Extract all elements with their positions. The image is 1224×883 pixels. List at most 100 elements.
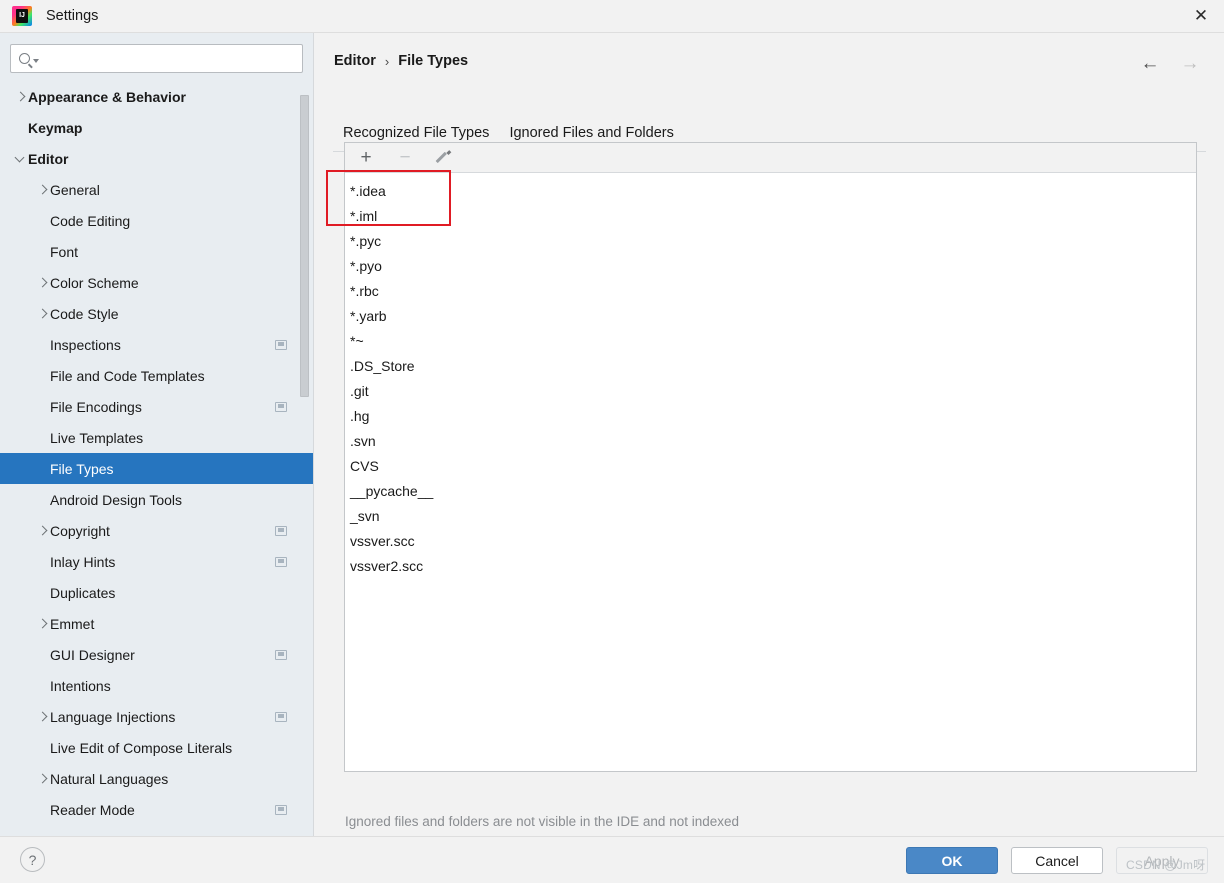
sidebar-item-copyright[interactable]: Copyright: [0, 515, 313, 546]
sidebar-item-file-and-code-templates[interactable]: File and Code Templates: [0, 360, 313, 391]
list-item[interactable]: *.iml: [345, 204, 1196, 229]
sidebar-item-live-templates[interactable]: Live Templates: [0, 422, 313, 453]
sidebar-item-code-style[interactable]: Code Style: [0, 298, 313, 329]
sidebar-scrollbar-thumb[interactable]: [300, 95, 309, 397]
sidebar-item-label: File and Code Templates: [50, 367, 205, 384]
apply-button: Apply: [1116, 847, 1208, 874]
sidebar-item-keymap[interactable]: Keymap: [0, 112, 313, 143]
list-item[interactable]: CVS: [345, 454, 1196, 479]
minus-icon: −: [399, 147, 411, 168]
help-button[interactable]: ?: [20, 847, 45, 872]
search-icon: [19, 53, 30, 64]
list-item[interactable]: .hg: [345, 404, 1196, 429]
list-item[interactable]: *.rbc: [345, 279, 1196, 304]
ignored-files-list: *.idea *.iml *.pyc *.pyo *.rbc *.yarb *~ .DS_St…: [345, 173, 1196, 579]
list-toolbar: + −: [345, 143, 1196, 173]
sidebar-item-color-scheme[interactable]: Color Scheme: [0, 267, 313, 298]
project-scope-icon: [275, 556, 287, 567]
list-item[interactable]: .DS_Store: [345, 354, 1196, 379]
close-icon[interactable]: ✕: [1178, 0, 1224, 32]
sidebar-item-language-injections[interactable]: Language Injections: [0, 701, 313, 732]
sidebar-item-duplicates[interactable]: Duplicates: [0, 577, 313, 608]
sidebar-item-label: Copyright: [50, 522, 110, 539]
sidebar-item-label: GUI Designer: [50, 646, 135, 663]
cancel-button[interactable]: Cancel: [1011, 847, 1103, 874]
sidebar-item-label: Editor: [28, 150, 69, 167]
sidebar-item-intentions[interactable]: Intentions: [0, 670, 313, 701]
list-item[interactable]: .svn: [345, 429, 1196, 454]
sidebar-item-code-editing[interactable]: Code Editing: [0, 205, 313, 236]
list-item[interactable]: vssver.scc: [345, 529, 1196, 554]
search-input[interactable]: [45, 51, 294, 66]
sidebar-item-reader-mode[interactable]: Reader Mode: [0, 794, 313, 825]
chevron-right-icon[interactable]: [14, 90, 28, 104]
breadcrumb-separator-icon: ›: [384, 53, 390, 69]
sidebar-item-label: Natural Languages: [50, 770, 169, 787]
sidebar-item-label: Code Editing: [50, 212, 131, 229]
navigation-arrows: ← →: [1136, 51, 1204, 75]
sidebar-item-emmet[interactable]: Emmet: [0, 608, 313, 639]
sidebar-item-label: Inlay Hints: [50, 553, 116, 570]
breadcrumb-root[interactable]: Editor: [334, 53, 376, 69]
settings-sidebar: Appearance & Behavior Keymap Editor General…: [0, 33, 314, 836]
settings-window: IJ Settings ✕ Appearance & Behavior Keyma…: [0, 0, 1224, 883]
sidebar-item-label: Keymap: [28, 119, 83, 136]
panel-hint-text: Ignored files and folders are not visibl…: [345, 814, 739, 829]
chevron-right-icon[interactable]: [36, 772, 50, 786]
arrow-right-icon[interactable]: →: [1176, 51, 1204, 75]
chevron-right-icon[interactable]: [36, 710, 50, 724]
chevron-down-icon[interactable]: [14, 152, 28, 166]
chevron-right-icon[interactable]: [36, 617, 50, 631]
add-button[interactable]: +: [356, 148, 376, 168]
sidebar-item-label: Color Scheme: [50, 274, 139, 291]
search-box[interactable]: [10, 44, 303, 73]
chevron-right-icon[interactable]: [36, 307, 50, 321]
settings-tree: Appearance & Behavior Keymap Editor General…: [0, 81, 313, 825]
remove-button[interactable]: −: [395, 148, 415, 168]
chevron-right-icon[interactable]: [36, 276, 50, 290]
sidebar-item-android-design-tools[interactable]: Android Design Tools: [0, 484, 313, 515]
list-item[interactable]: _svn: [345, 504, 1196, 529]
sidebar-item-inlay-hints[interactable]: Inlay Hints: [0, 546, 313, 577]
search-container: [0, 33, 313, 81]
list-item[interactable]: vssver2.scc: [345, 554, 1196, 579]
sidebar-item-inspections[interactable]: Inspections: [0, 329, 313, 360]
settings-main-panel: Editor › File Types ← → Recognized File …: [315, 33, 1224, 836]
list-item[interactable]: *.pyo: [345, 254, 1196, 279]
sidebar-item-label: Appearance & Behavior: [28, 88, 186, 105]
page-title: File Types: [398, 53, 469, 69]
sidebar-item-font[interactable]: Font: [0, 236, 313, 267]
sidebar-item-file-encodings[interactable]: File Encodings: [0, 391, 313, 422]
title-bar: IJ Settings ✕: [0, 0, 1224, 33]
sidebar-item-label: File Encodings: [50, 398, 142, 415]
ok-button[interactable]: OK: [906, 847, 998, 874]
arrow-left-icon[interactable]: ←: [1136, 51, 1164, 75]
list-item[interactable]: .git: [345, 379, 1196, 404]
project-scope-icon: [275, 711, 287, 722]
sidebar-item-general[interactable]: General: [0, 174, 313, 205]
list-item[interactable]: *~: [345, 329, 1196, 354]
sidebar-item-label: Font: [50, 243, 79, 260]
dialog-footer: ? OK Cancel Apply: [0, 836, 1224, 883]
sidebar-item-live-edit-of-compose-literals[interactable]: Live Edit of Compose Literals: [0, 732, 313, 763]
sidebar-item-appearance-behavior[interactable]: Appearance & Behavior: [0, 81, 313, 112]
list-item[interactable]: __pycache__: [345, 479, 1196, 504]
project-scope-icon: [275, 649, 287, 660]
sidebar-item-editor[interactable]: Editor: [0, 143, 313, 174]
list-item[interactable]: *.idea: [345, 179, 1196, 204]
sidebar-item-file-types[interactable]: File Types: [0, 453, 313, 484]
chevron-down-icon[interactable]: [33, 59, 39, 63]
list-item[interactable]: *.yarb: [345, 304, 1196, 329]
chevron-right-icon[interactable]: [36, 183, 50, 197]
edit-button[interactable]: [434, 148, 454, 168]
plus-icon: +: [360, 147, 372, 168]
sidebar-item-gui-designer[interactable]: GUI Designer: [0, 639, 313, 670]
chevron-right-icon[interactable]: [36, 524, 50, 538]
list-item[interactable]: *.pyc: [345, 229, 1196, 254]
sidebar-item-natural-languages[interactable]: Natural Languages: [0, 763, 313, 794]
